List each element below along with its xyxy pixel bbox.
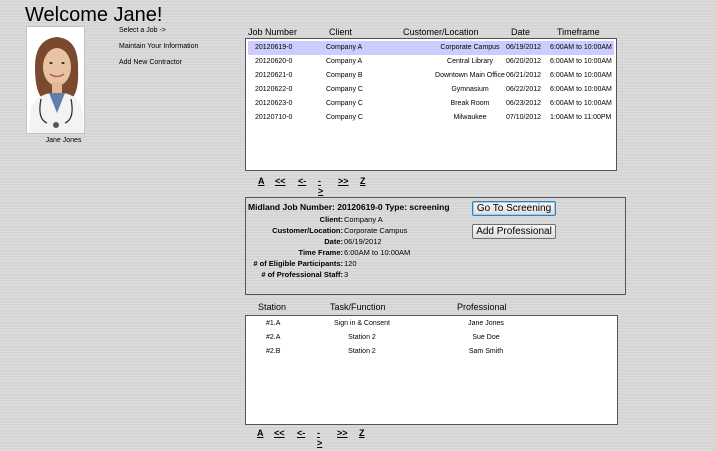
pager-first[interactable]: <<	[275, 176, 286, 186]
staff-row[interactable]: #1.A Sign in & Consent Jane Jones	[246, 318, 616, 332]
avatar-photo-icon	[27, 27, 84, 133]
date-cell: 06/22/2012	[506, 86, 542, 93]
col-head-timeframe: Timeframe	[557, 27, 600, 37]
timeframe-cell: 6:00AM to 10:00AM	[550, 86, 612, 93]
date-cell: 07/10/2012	[506, 114, 542, 121]
client-cell: Company C	[326, 100, 363, 107]
pager-next[interactable]: ->	[317, 428, 322, 448]
job-number-cell: 20120619-0	[255, 44, 293, 51]
job-number-cell: 20120622-0	[255, 86, 293, 93]
task-cell: Station 2	[348, 334, 376, 341]
pager-prev[interactable]: <-	[297, 428, 305, 438]
job-details-panel: Midland Job Number: 20120619-0 Type: scr…	[245, 197, 626, 295]
side-menu: Select a Job -> Maintain Your Informatio…	[119, 27, 198, 75]
timeframe-cell: 6:00AM to 10:00AM	[550, 44, 612, 51]
professional-cell: Sue Doe	[472, 334, 500, 341]
col-head-professional: Professional	[457, 302, 507, 312]
pager-next[interactable]: ->	[318, 176, 323, 196]
client-cell: Company A	[326, 44, 363, 51]
menu-select-job[interactable]: Select a Job ->	[119, 27, 198, 43]
details-label-client: Client:	[319, 215, 343, 224]
date-cell: 06/23/2012	[506, 100, 542, 107]
professional-cell: Sam Smith	[468, 348, 504, 355]
timeframe-cell: 1:00AM to 11:00PM	[550, 114, 612, 121]
jobs-list[interactable]: 20120619-0 Company A Corporate Campus 06…	[245, 38, 617, 171]
col-head-job-number: Job Number	[248, 27, 298, 37]
client-cell: Company B	[326, 72, 363, 79]
task-cell: Sign in & Consent	[333, 320, 391, 327]
pager-last-letter[interactable]: Z	[359, 428, 365, 438]
job-number-cell: 20120621-0	[255, 72, 293, 79]
job-row[interactable]: 20120623-0 Company C Break Room 06/23/20…	[248, 97, 614, 111]
details-label-staff: # of Professional Staff:	[261, 270, 343, 279]
timeframe-cell: 6:00AM to 10:00AM	[550, 58, 612, 65]
job-number-cell: 20120620-0	[255, 58, 293, 65]
profile-name: Jane Jones	[45, 137, 82, 144]
pager-last[interactable]: >>	[337, 428, 348, 438]
pager-last-letter[interactable]: Z	[360, 176, 366, 186]
job-row[interactable]: 20120620-0 Company A Central Library 06/…	[248, 55, 614, 69]
col-head-customer-location: Customer/Location	[403, 27, 479, 37]
details-label-participants: # of Eligible Participants:	[253, 259, 343, 268]
pager-first-letter[interactable]: A	[258, 176, 265, 186]
details-value-staff: 3	[344, 270, 349, 279]
job-row[interactable]: 20120710-0 Company C Milwaukee 07/10/201…	[248, 111, 614, 125]
station-cell: #1.A	[266, 320, 281, 327]
details-value-location: Corporate Campus	[344, 226, 408, 235]
go-to-screening-button[interactable]: Go To Screening	[472, 201, 556, 216]
details-label-date: Date:	[324, 237, 343, 246]
professional-cell: Jane Jones	[468, 320, 504, 327]
page-title: Welcome Jane!	[25, 4, 163, 26]
details-label-timeframe: Time Frame:	[298, 248, 343, 257]
timeframe-cell: 6:00AM to 10:00AM	[550, 100, 612, 107]
date-cell: 06/21/2012	[506, 72, 542, 79]
details-heading: Midland Job Number: 20120619-0 Type: scr…	[248, 202, 450, 212]
col-head-date: Date	[511, 27, 531, 37]
menu-maintain-info[interactable]: Maintain Your Information	[119, 43, 198, 59]
job-row[interactable]: 20120621-0 Company B Downtown Main Offic…	[248, 69, 614, 83]
details-value-date: 06/19/2012	[344, 237, 382, 246]
job-row[interactable]: 20120622-0 Company C Gymnasium 06/22/201…	[248, 83, 614, 97]
task-cell: Station 2	[348, 348, 376, 355]
station-cell: #2.A	[266, 334, 281, 341]
pager-last[interactable]: >>	[338, 176, 349, 186]
col-head-client: Client	[329, 27, 353, 37]
menu-add-contractor[interactable]: Add New Contractor	[119, 59, 198, 75]
col-head-task: Task/Function	[330, 302, 386, 312]
job-row[interactable]: 20120619-0 Company A Corporate Campus 06…	[248, 41, 614, 55]
date-cell: 06/20/2012	[506, 58, 542, 65]
client-cell: Company A	[326, 58, 363, 65]
details-value-timeframe: 6:00AM to 10:00AM	[344, 248, 411, 257]
details-value-participants: 120	[344, 259, 357, 268]
station-cell: #2.B	[266, 348, 281, 355]
staff-row[interactable]: #2.B Station 2 Sam Smith	[246, 346, 616, 360]
add-professional-button[interactable]: Add Professional	[472, 224, 556, 239]
timeframe-cell: 6:00AM to 10:00AM	[550, 72, 612, 79]
client-cell: Company C	[326, 114, 363, 121]
pager-first-letter[interactable]: A	[257, 428, 264, 438]
pager-prev[interactable]: <-	[298, 176, 306, 186]
pager-first[interactable]: <<	[274, 428, 285, 438]
client-cell: Company C	[326, 86, 363, 93]
date-cell: 06/19/2012	[506, 44, 542, 51]
avatar	[26, 26, 85, 134]
details-value-client: Company A	[344, 215, 383, 224]
staff-row[interactable]: #2.A Station 2 Sue Doe	[246, 332, 616, 346]
details-label-location: Customer/Location:	[272, 226, 343, 235]
job-number-cell: 20120623-0	[255, 100, 293, 107]
col-head-station: Station	[258, 302, 287, 312]
job-number-cell: 20120710-0	[255, 114, 293, 121]
staff-list[interactable]: #1.A Sign in & Consent Jane Jones #2.A S…	[245, 315, 618, 425]
